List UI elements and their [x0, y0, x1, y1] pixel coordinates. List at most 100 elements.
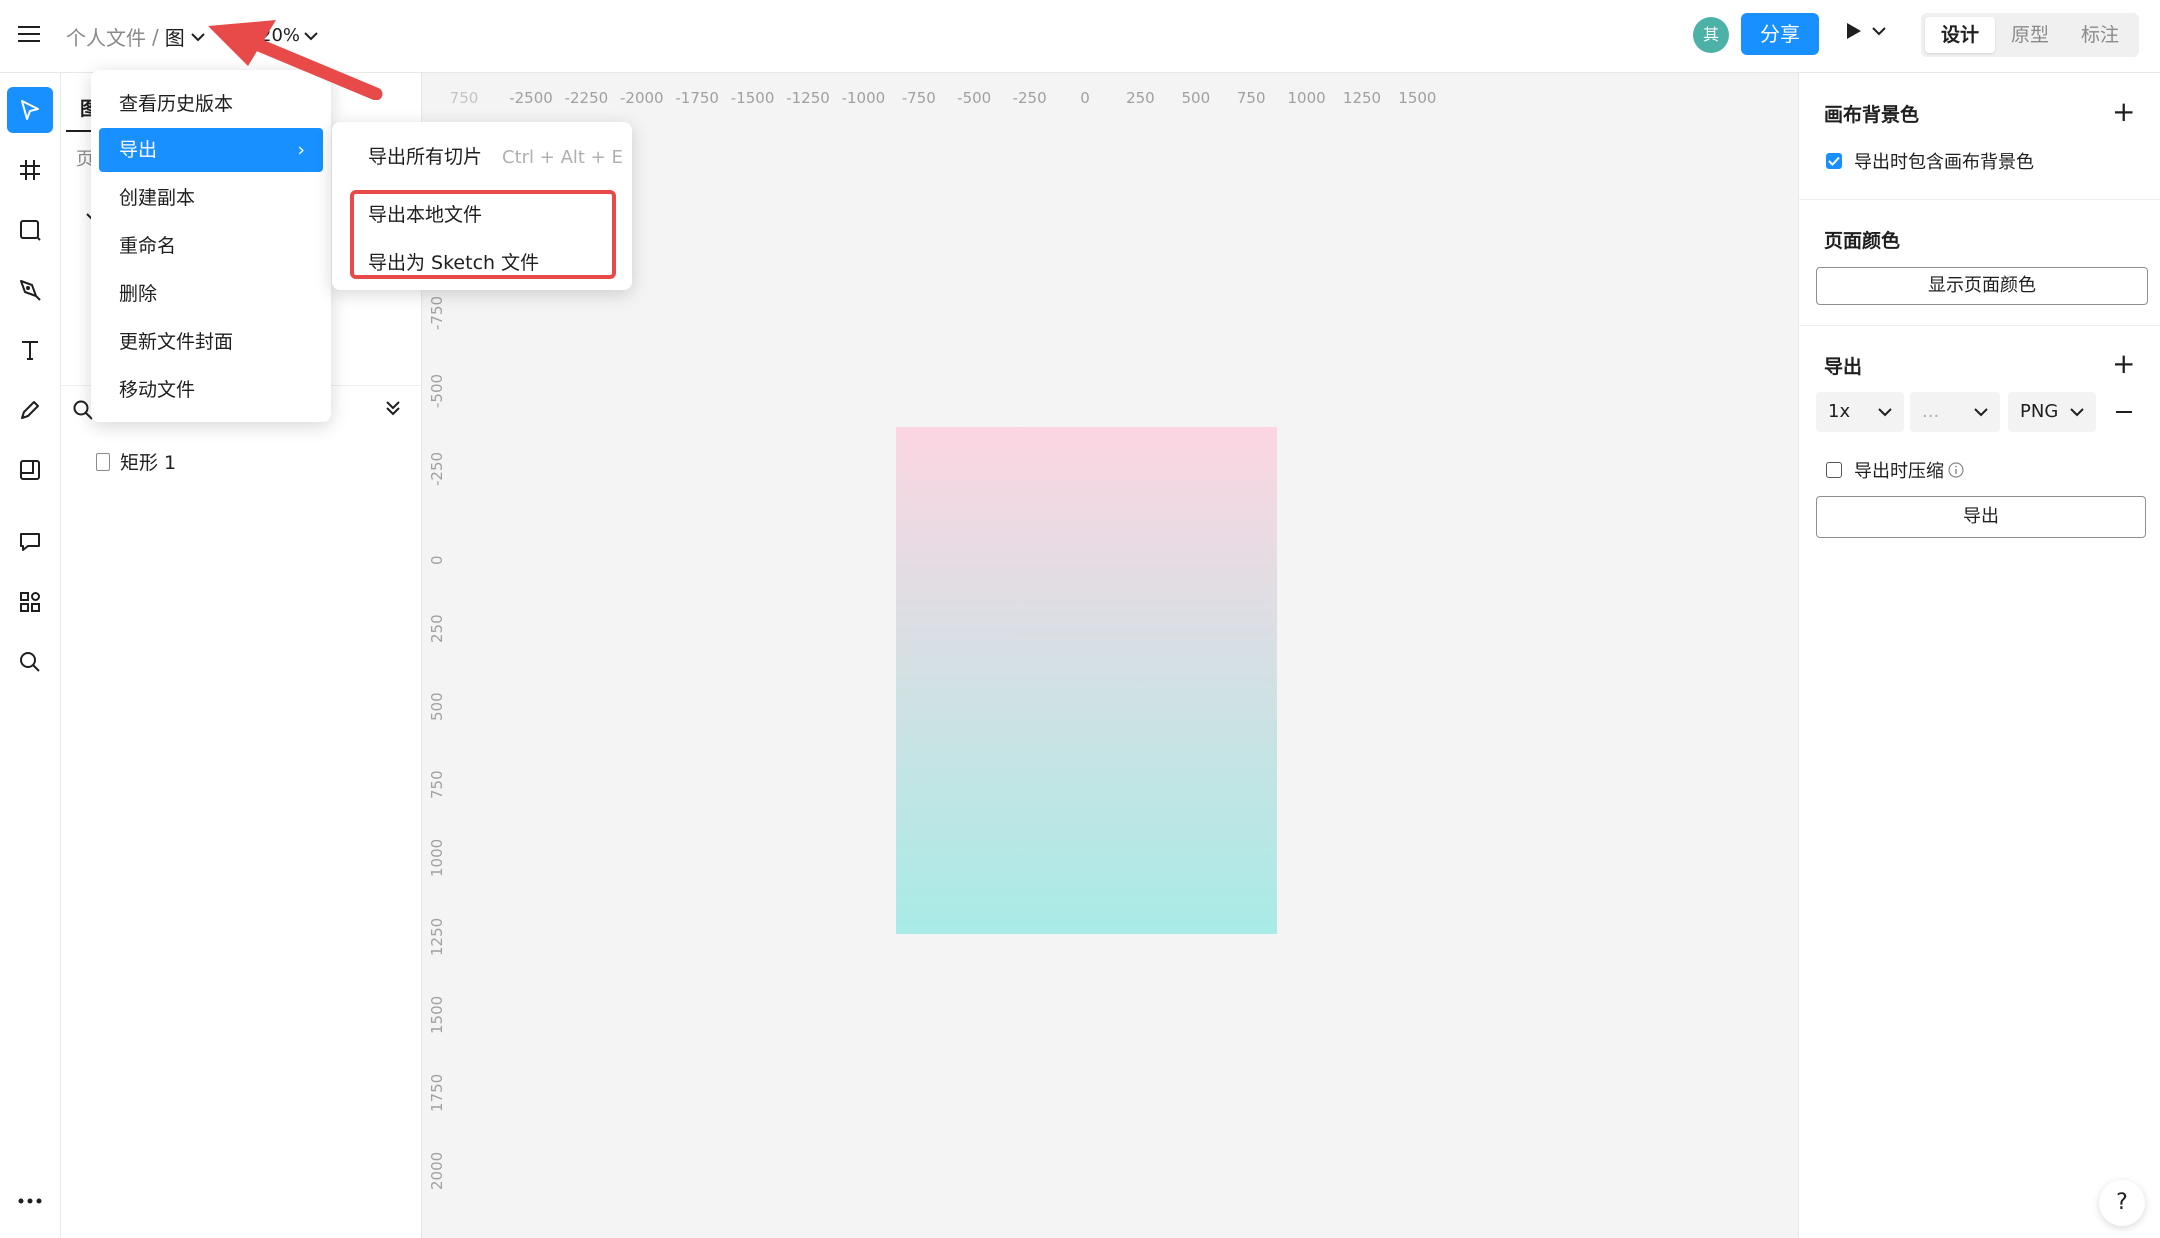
- suffix-value: ...: [1922, 401, 1940, 422]
- slice-tool[interactable]: [7, 447, 53, 493]
- ruler-tick: 1000: [1287, 89, 1326, 107]
- hamburger-menu-icon[interactable]: [18, 24, 42, 44]
- info-icon[interactable]: [1948, 462, 1964, 478]
- remove-export-icon[interactable]: [2116, 411, 2132, 413]
- divider: [1798, 199, 2160, 200]
- ruler-tick: -2000: [620, 89, 664, 107]
- highlight-annotation-box: [350, 190, 616, 279]
- tab-annotation[interactable]: 标注: [2065, 17, 2135, 53]
- ruler-tick: -750: [901, 89, 936, 107]
- gradient-rectangle[interactable]: [896, 427, 1277, 934]
- play-icon: [1847, 23, 1861, 39]
- search-tool[interactable]: [7, 639, 53, 685]
- ruler-tick: -1000: [841, 89, 886, 107]
- ruler-tick: 0: [428, 555, 446, 565]
- text-icon: [22, 341, 38, 360]
- search-icon: [20, 652, 40, 672]
- ruler-tick-partial: 750: [449, 89, 479, 107]
- ruler-tick: 250: [428, 614, 446, 643]
- preview-play-button[interactable]: [1846, 22, 1886, 40]
- pen-icon: [20, 280, 41, 301]
- collapse-all-icon[interactable]: [384, 399, 402, 421]
- menu-item-move-file[interactable]: 移动文件: [99, 368, 323, 412]
- avatar[interactable]: 其: [1693, 17, 1729, 53]
- divider: [1798, 325, 2160, 326]
- menu-item-export-slices[interactable]: 导出所有切片 Ctrl + Alt + E: [368, 142, 623, 169]
- format-value: PNG: [2020, 401, 2059, 422]
- suffix-select[interactable]: ...: [1910, 392, 2000, 432]
- tab-design[interactable]: 设计: [1925, 17, 1995, 53]
- share-button[interactable]: 分享: [1741, 13, 1819, 55]
- mode-tabs: 设计 原型 标注: [1921, 13, 2139, 57]
- rectangle-tool[interactable]: [7, 207, 53, 253]
- canvas-bg-title: 画布背景色: [1824, 104, 1920, 126]
- format-select[interactable]: PNG: [2008, 392, 2096, 432]
- menu-item-export-label: 导出: [119, 139, 158, 161]
- layer-name: 矩形 1: [120, 452, 177, 474]
- ruler-tick: 0: [1080, 89, 1090, 107]
- export-slices-label: 导出所有切片: [368, 146, 483, 168]
- ruler-tick: -500: [428, 374, 446, 409]
- menu-item-delete[interactable]: 删除: [99, 272, 323, 316]
- ruler-tick: -250: [428, 452, 446, 487]
- comment-icon: [20, 533, 40, 551]
- checkbox-unchecked[interactable]: [1826, 462, 1842, 478]
- menu-item-export[interactable]: 导出 ›: [99, 128, 323, 172]
- ruler-tick: -2500: [509, 89, 553, 107]
- chevron-right-icon: ›: [297, 139, 305, 161]
- ruler-tick: 2000: [428, 1152, 446, 1191]
- show-page-color-button[interactable]: 显示页面颜色: [1816, 267, 2148, 305]
- checkbox-checked[interactable]: [1826, 153, 1842, 169]
- tab-prototype[interactable]: 原型: [1995, 17, 2065, 53]
- compress-checkbox-row[interactable]: 导出时压缩: [1826, 457, 1964, 483]
- plugins-tool[interactable]: [7, 579, 53, 625]
- frame-icon: [20, 160, 40, 180]
- frame-tool[interactable]: [7, 147, 53, 193]
- tool-bar: [0, 73, 61, 1238]
- comment-tool[interactable]: [7, 519, 53, 565]
- add-icon[interactable]: +: [2112, 98, 2135, 126]
- chevron-down-icon: [1872, 27, 1886, 36]
- add-export-icon[interactable]: +: [2112, 350, 2135, 378]
- menu-item-rename[interactable]: 重命名: [99, 224, 323, 268]
- ruler-tick: -1500: [730, 89, 775, 107]
- breadcrumb-root[interactable]: 个人文件: [66, 22, 146, 51]
- ruler-tick: 500: [428, 692, 446, 721]
- ruler-tick: -500: [957, 89, 992, 107]
- chevron-down-icon: [1878, 392, 1892, 432]
- menu-item-duplicate[interactable]: 创建副本: [99, 176, 323, 220]
- include-bg-checkbox-row[interactable]: 导出时包含画布背景色: [1826, 148, 2034, 174]
- ruler-tick: 1000: [428, 839, 446, 878]
- compress-label: 导出时压缩: [1854, 461, 1944, 482]
- rectangle-icon: [20, 220, 41, 241]
- ruler-tick: 750: [1236, 89, 1266, 107]
- ruler-tick: -1750: [675, 89, 719, 107]
- pencil-tool[interactable]: [7, 387, 53, 433]
- ruler-tick: 1500: [1398, 89, 1437, 107]
- chevron-down-icon: [2070, 392, 2084, 432]
- cursor-icon: [21, 100, 39, 120]
- ruler-tick: 250: [1126, 89, 1155, 107]
- text-tool[interactable]: [7, 327, 53, 373]
- ruler-tick: 500: [1181, 89, 1211, 107]
- move-tool[interactable]: [7, 87, 53, 133]
- check-icon: [1828, 156, 1840, 166]
- ruler-tick: -1250: [786, 89, 830, 107]
- ruler-tick: 1250: [428, 917, 446, 956]
- breadcrumb-separator: /: [152, 24, 159, 49]
- horizontal-ruler: 750 -2500 -2250 -2000 -1750 -1500 -1250 -1000-…: [422, 73, 1798, 115]
- pen-tool[interactable]: [7, 267, 53, 313]
- annotation-arrow-icon: [208, 20, 383, 100]
- rectangle-layer-icon: [96, 452, 110, 471]
- ruler-tick: -750: [428, 295, 446, 330]
- scale-select[interactable]: 1x: [1816, 392, 1904, 432]
- pencil-icon: [21, 401, 39, 419]
- layer-item[interactable]: 矩形 1: [96, 448, 176, 475]
- export-button[interactable]: 导出: [1816, 496, 2146, 538]
- ruler-tick: 1750: [428, 1073, 446, 1112]
- include-bg-label: 导出时包含画布背景色: [1854, 152, 2034, 173]
- more-tools[interactable]: [7, 1178, 53, 1224]
- export-slices-shortcut: Ctrl + Alt + E: [502, 147, 623, 168]
- menu-item-update-cover[interactable]: 更新文件封面: [99, 320, 323, 364]
- help-button[interactable]: ?: [2099, 1180, 2145, 1226]
